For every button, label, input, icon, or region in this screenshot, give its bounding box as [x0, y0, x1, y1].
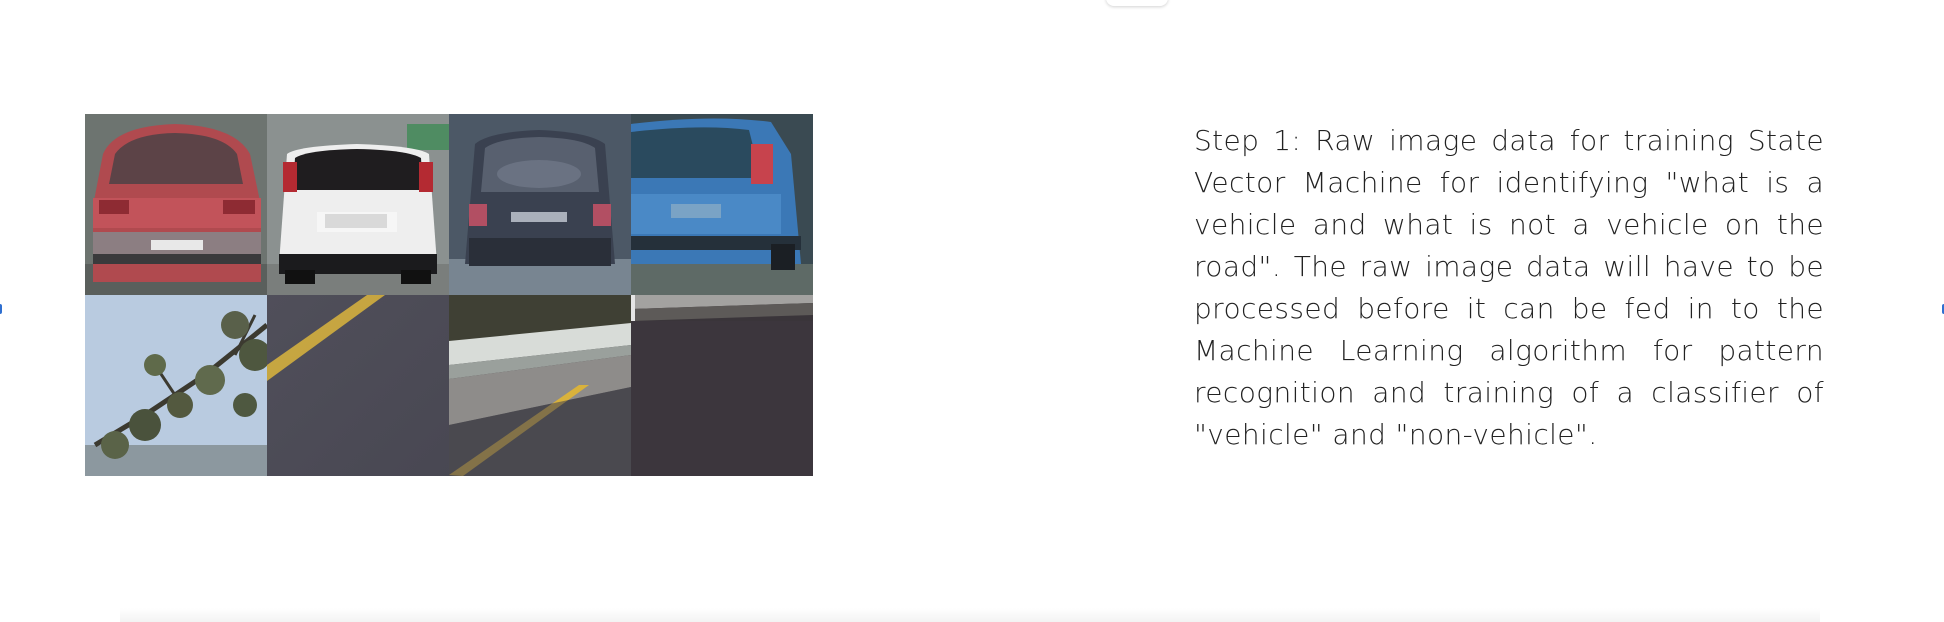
- vehicle-image-red-car: [85, 114, 267, 295]
- non-vehicle-image-wall: [631, 295, 813, 476]
- non-vehicle-image-tree: [85, 295, 267, 476]
- prev-slide-tab[interactable]: [1106, 0, 1168, 6]
- training-image-grid: [85, 114, 813, 476]
- slide-page: Step 1: Raw image data for training Stat…: [0, 0, 1944, 622]
- vehicle-image-blue-car: [631, 114, 813, 295]
- non-vehicle-image-guardrail: [449, 295, 631, 476]
- step-description: Step 1: Raw image data for training Stat…: [1194, 124, 1824, 451]
- left-nav-indicator[interactable]: [0, 304, 2, 314]
- vehicle-image-white-car: [267, 114, 449, 295]
- vehicle-image-dark-car: [449, 114, 631, 295]
- next-slide-preview: [120, 608, 1820, 622]
- non-vehicle-image-road-line: [267, 295, 449, 476]
